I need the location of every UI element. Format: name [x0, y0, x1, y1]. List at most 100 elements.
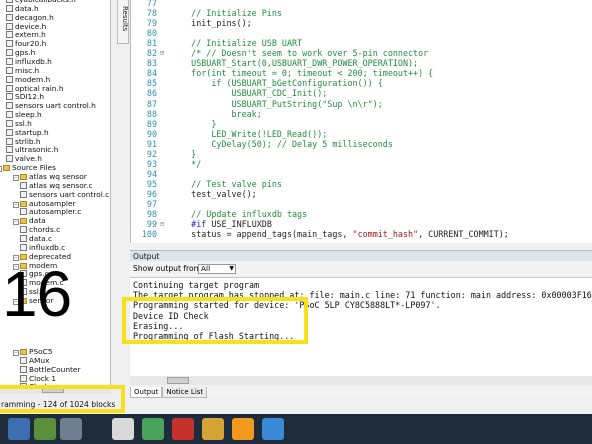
output-horizontal-scrollbar[interactable]: [130, 376, 592, 385]
source-file-icon: [20, 226, 27, 234]
code-token: status = append_tags(main_tags,: [171, 229, 353, 240]
chevron-down-icon: ▼: [229, 265, 234, 272]
status-text: ramming - 124 of 1024 blocks: [1, 400, 116, 409]
tree-item-label: Clock 1: [29, 373, 57, 383]
tree-item-label: chords.c: [29, 225, 61, 235]
folder-icon: [20, 174, 27, 180]
source-file-icon: [20, 208, 27, 216]
tree-item-label: modem.h: [15, 74, 51, 84]
header-file-icon: [6, 0, 13, 3]
tree-item-label: influxdb.c: [29, 242, 66, 252]
output-source-value: All: [201, 264, 211, 273]
output-toolbar: Show output from: All ▼: [130, 262, 592, 276]
header-file-icon: [6, 93, 13, 101]
tree-item-label: gps.h: [15, 48, 36, 58]
tree-item-label: autosampler.c: [29, 207, 82, 217]
tree-item-label: ssl.h: [15, 118, 32, 128]
code-token: "commit_hash": [352, 229, 419, 240]
component-icon: [20, 356, 27, 364]
output-line: The target program has stopped at: file:…: [133, 290, 592, 301]
header-file-icon: [6, 57, 13, 65]
step-number-overlay: 16: [2, 258, 72, 330]
source-file-icon: [20, 243, 27, 251]
tree-item-label: influxdb.h: [15, 56, 52, 66]
taskbar-app2-icon[interactable]: [34, 418, 56, 440]
output-line: Device ID Check: [133, 310, 209, 321]
code-text: status = append_tags(main_tags, "commit_…: [171, 228, 509, 240]
tree-item-label: SDI12.h: [15, 92, 44, 102]
tree-item-label: PSoC5: [29, 347, 53, 356]
header-file-icon: [6, 75, 13, 83]
output-console[interactable]: Continuing target program The target prog…: [130, 277, 592, 376]
tree-item-label: four20.h: [15, 39, 47, 49]
code-editor[interactable]: 77 78 // Initialize Pins 79 init_pins(); 80…: [130, 0, 592, 243]
header-file-icon: [6, 155, 13, 163]
taskbar-app1-icon[interactable]: [8, 418, 30, 440]
tree-item-label: sleep.h: [15, 110, 42, 120]
expand-toggle-icon[interactable]: -: [13, 175, 19, 181]
header-file-icon: [6, 49, 13, 57]
expand-toggle-icon[interactable]: -: [13, 219, 19, 226]
component-icon: [20, 374, 27, 382]
output-line: Programming of Flash Starting...: [133, 331, 295, 341]
results-tab-label: Results: [121, 6, 129, 32]
tree-item-label: extern.h: [15, 30, 46, 40]
output-scroll-thumb[interactable]: [167, 377, 189, 384]
output-tabs: Output Notice List: [130, 387, 592, 398]
tab-output[interactable]: Output: [130, 387, 163, 398]
output-source-select[interactable]: All ▼: [198, 264, 236, 274]
expand-toggle-icon[interactable]: -: [13, 350, 19, 356]
header-file-icon: [6, 40, 13, 48]
code-line[interactable]: 100 status = append_tags(main_tags, "com…: [131, 228, 592, 240]
source-file-icon: [20, 190, 27, 198]
tree-item-label: data: [29, 216, 46, 226]
header-file-icon: [6, 84, 13, 92]
tree-item-label: optical rain.h: [15, 83, 64, 93]
taskbar-chrome-icon[interactable]: [262, 418, 284, 440]
tree-scroll-thumb[interactable]: [42, 387, 64, 393]
folder-icon: [20, 349, 27, 355]
tree-item-label: sensors uart control.h: [15, 101, 96, 111]
header-file-icon: [6, 128, 13, 136]
folder-icon: [20, 200, 27, 207]
header-file-icon: [6, 119, 13, 127]
tree-item-label: ultrasonic.h: [15, 145, 59, 155]
taskbar-sublime-icon[interactable]: [232, 418, 254, 440]
header-file-icon: [6, 22, 13, 30]
output-panel-title: Output: [130, 250, 592, 261]
taskbar-psoc-icon[interactable]: [60, 418, 82, 440]
tree-item-label: Source Files: [12, 163, 56, 173]
code-token: , CURRENT_COMMIT);: [418, 229, 509, 240]
component-icon: [20, 365, 27, 373]
status-bar: ramming - 124 of 1024 blocks: [0, 395, 127, 414]
output-line: Continuing target program: [133, 280, 260, 290]
tab-notice-list[interactable]: Notice List: [162, 387, 208, 398]
source-file-icon: [20, 181, 27, 189]
expand-toggle-icon[interactable]: -: [13, 201, 19, 208]
tree-item-label: AMux: [29, 355, 50, 365]
tree-item-label: misc.h: [15, 65, 40, 75]
tree-item-label: BottleCounter: [29, 364, 81, 374]
taskbar-diamond-icon[interactable]: [142, 418, 164, 440]
tree-item-label: data.h: [15, 3, 39, 13]
taskbar-calculator-icon[interactable]: [112, 418, 134, 440]
tree-item-label: atlas wq sensor.c: [29, 180, 93, 190]
taskbar-pdf-icon[interactable]: [172, 418, 194, 440]
taskbar-folder-icon[interactable]: [202, 418, 224, 440]
tab-results[interactable]: Results: [117, 0, 129, 44]
expand-toggle-icon[interactable]: -: [0, 166, 2, 173]
header-file-icon: [6, 102, 13, 110]
header-file-icon: [6, 31, 13, 39]
header-file-icon: [6, 111, 13, 119]
tree-item-label: data.c: [29, 233, 53, 243]
tree-item-label: decagon.h: [15, 12, 54, 22]
header-file-icon: [6, 137, 13, 145]
header-file-icon: [6, 146, 13, 154]
output-line: Programming started for device: 'PSoC 5L…: [133, 300, 441, 311]
tree-item-label: atlas wq sensor: [29, 172, 87, 181]
project-tree[interactable]: cyabicallbacks.hdata.hdecagon.hdevice.he…: [0, 0, 111, 392]
tree-item-label: device.h: [15, 21, 47, 31]
tree-horizontal-scrollbar[interactable]: [0, 385, 111, 394]
output-line: Erasing...: [133, 320, 184, 331]
header-file-icon: [6, 13, 13, 21]
